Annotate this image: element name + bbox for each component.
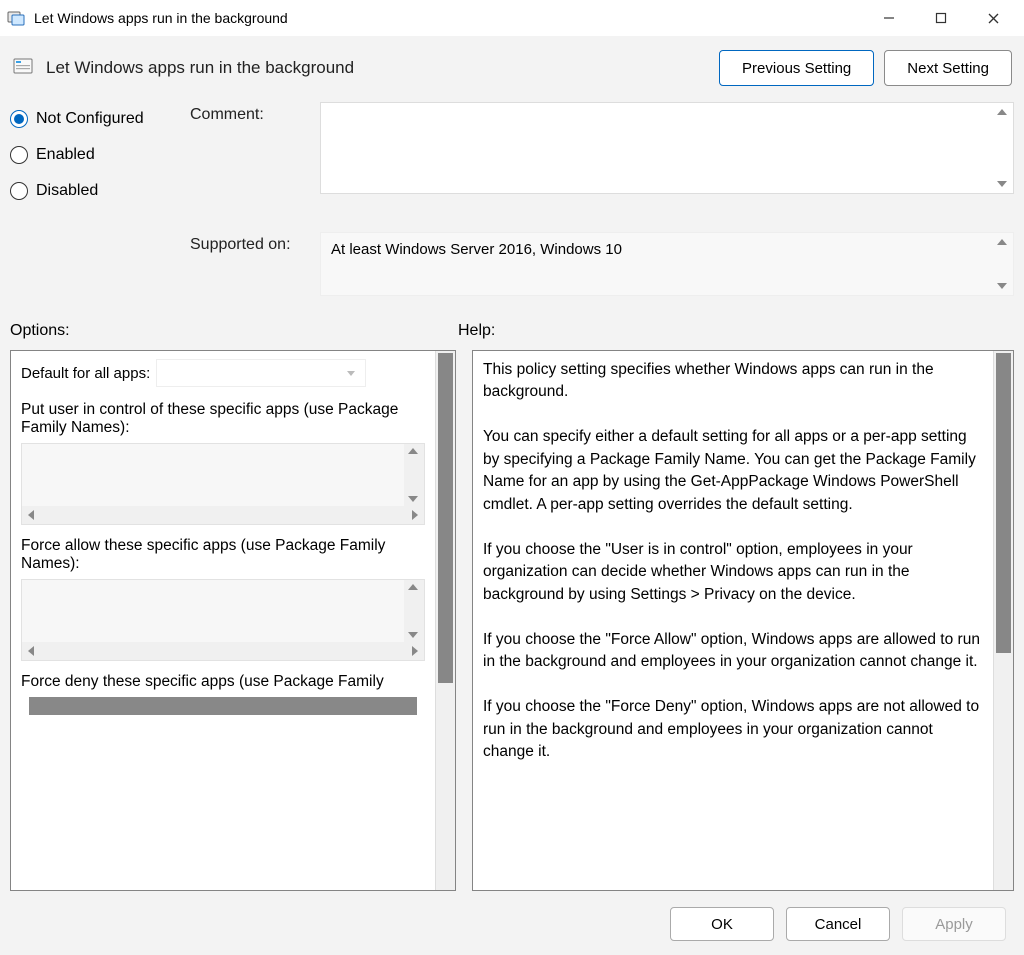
- list-horizontal-scrollbar[interactable]: [22, 642, 424, 660]
- radio-label: Disabled: [36, 182, 98, 200]
- list-vertical-scrollbar[interactable]: [404, 580, 424, 642]
- scroll-up-icon[interactable]: [997, 109, 1007, 115]
- apply-button[interactable]: Apply: [902, 907, 1006, 941]
- default-for-all-apps-label: Default for all apps:: [21, 365, 150, 382]
- policy-header: Let Windows apps run in the background P…: [0, 36, 1024, 96]
- gpedit-app-icon: [6, 8, 26, 28]
- help-vertical-scrollbar[interactable]: [993, 351, 1013, 890]
- scroll-right-icon[interactable]: [412, 510, 418, 520]
- scroll-down-icon[interactable]: [408, 496, 418, 502]
- scroll-up-icon[interactable]: [408, 448, 418, 454]
- force-allow-apps-list[interactable]: [21, 579, 425, 661]
- radio-disabled[interactable]: Disabled: [10, 182, 190, 200]
- force-deny-apps-label: Force deny these specific apps (use Pack…: [21, 673, 425, 691]
- help-panel: This policy setting specifies whether Wi…: [472, 350, 1014, 891]
- supported-on-value-box: At least Windows Server 2016, Windows 10: [320, 232, 1014, 296]
- radio-label: Enabled: [36, 146, 95, 164]
- options-horizontal-scrollbar-thumb[interactable]: [29, 697, 417, 715]
- previous-setting-button[interactable]: Previous Setting: [719, 50, 874, 86]
- help-section-label: Help:: [458, 322, 495, 340]
- next-setting-button[interactable]: Next Setting: [884, 50, 1012, 86]
- user-control-apps-label: Put user in control of these specific ap…: [21, 401, 425, 437]
- config-row: Not Configured Enabled Disabled Comment:: [10, 102, 1014, 218]
- scroll-left-icon[interactable]: [28, 646, 34, 656]
- section-labels: Options: Help:: [10, 322, 1014, 340]
- scroll-down-icon[interactable]: [997, 181, 1007, 187]
- force-allow-apps-label: Force allow these specific apps (use Pac…: [21, 537, 425, 573]
- help-text: This policy setting specifies whether Wi…: [483, 359, 983, 763]
- panels: Default for all apps: Put user in contro…: [10, 350, 1014, 891]
- maximize-button[interactable]: [924, 4, 958, 32]
- window-title: Let Windows apps run in the background: [34, 10, 872, 26]
- scrollbar-thumb[interactable]: [996, 353, 1011, 653]
- title-bar: Let Windows apps run in the background: [0, 0, 1024, 36]
- scroll-down-icon[interactable]: [408, 632, 418, 638]
- state-radio-group: Not Configured Enabled Disabled: [10, 102, 190, 218]
- supported-on-value: At least Windows Server 2016, Windows 10: [331, 241, 622, 258]
- scroll-left-icon[interactable]: [28, 510, 34, 520]
- scroll-up-icon[interactable]: [408, 584, 418, 590]
- scroll-up-icon[interactable]: [997, 239, 1007, 245]
- policy-editor-window: Let Windows apps run in the background L…: [0, 0, 1024, 955]
- radio-enabled[interactable]: Enabled: [10, 146, 190, 164]
- comment-textarea[interactable]: [320, 102, 1014, 194]
- scroll-right-icon[interactable]: [412, 646, 418, 656]
- minimize-button[interactable]: [872, 4, 906, 32]
- scroll-down-icon[interactable]: [997, 283, 1007, 289]
- window-controls: [872, 4, 1018, 32]
- policy-title: Let Windows apps run in the background: [46, 58, 709, 78]
- supported-on-label: Supported on:: [190, 232, 320, 296]
- ok-button[interactable]: OK: [670, 907, 774, 941]
- options-vertical-scrollbar[interactable]: [435, 351, 455, 890]
- radio-indicator-icon: [10, 182, 28, 200]
- dialog-footer: OK Cancel Apply: [0, 893, 1024, 955]
- policy-icon: [12, 56, 36, 80]
- user-control-apps-list[interactable]: [21, 443, 425, 525]
- close-button[interactable]: [976, 4, 1010, 32]
- supported-on-row: Supported on: At least Windows Server 20…: [10, 232, 1014, 296]
- list-vertical-scrollbar[interactable]: [404, 444, 424, 506]
- default-for-all-apps-dropdown[interactable]: [156, 359, 366, 387]
- options-section-label: Options:: [10, 322, 458, 340]
- radio-indicator-icon: [10, 146, 28, 164]
- list-horizontal-scrollbar[interactable]: [22, 506, 424, 524]
- scrollbar-thumb[interactable]: [438, 353, 453, 683]
- options-panel: Default for all apps: Put user in contro…: [10, 350, 456, 891]
- comment-label: Comment:: [190, 102, 320, 218]
- cancel-button[interactable]: Cancel: [786, 907, 890, 941]
- radio-indicator-icon: [10, 110, 28, 128]
- radio-not-configured[interactable]: Not Configured: [10, 110, 190, 128]
- radio-label: Not Configured: [36, 110, 144, 128]
